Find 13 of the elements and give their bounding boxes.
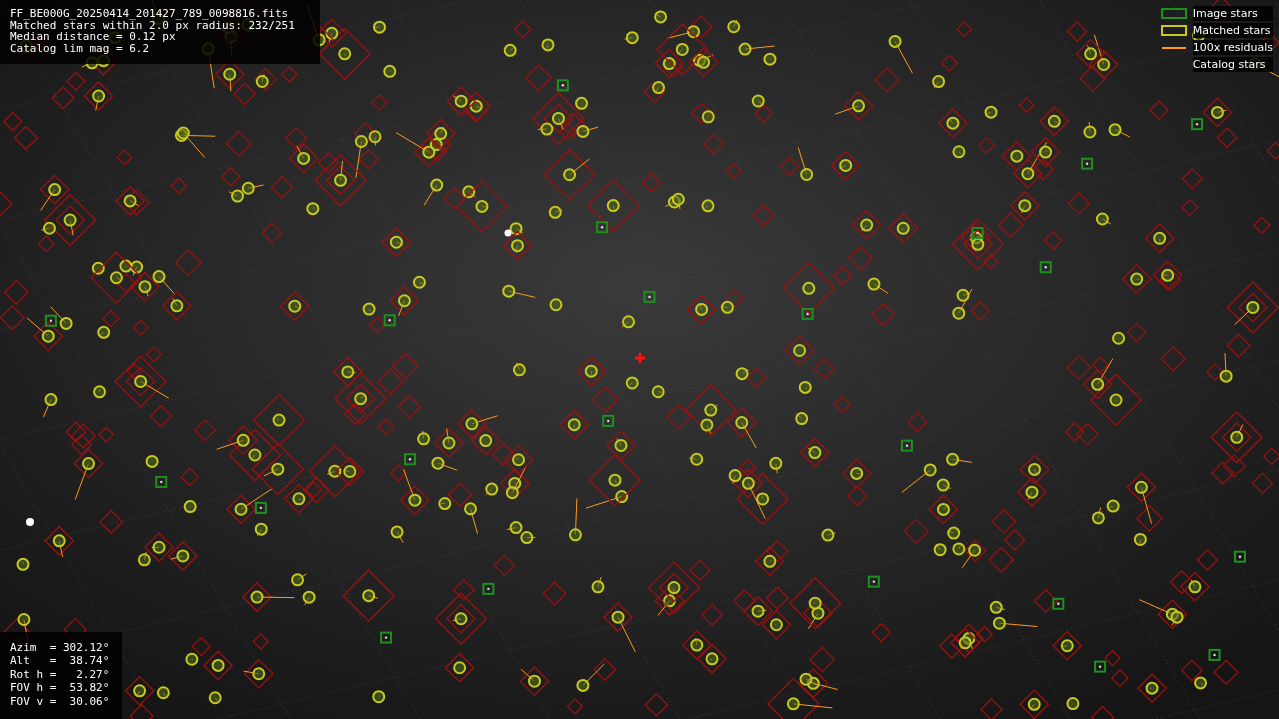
pointing-text: Alt = 38.74° [10,655,111,667]
legend-label: Matched stars [1192,23,1273,38]
legend-label: 100x residuals [1192,40,1273,55]
legend-label: Catalog stars [1192,57,1273,72]
info-text: Matched stars within 2.0 px radius: 232/251 [10,19,296,31]
legend-label: Image stars [1192,6,1273,21]
pointing-text: Rot h = 2.27° [10,668,111,680]
pointing-text: FOV v = 30.06° [10,695,111,707]
info-text: Median distance = 0.12 px [10,31,176,43]
pointing-text: Azim = 302.12° [10,641,111,653]
info-text: Catalog lim mag = 6.2 [10,42,151,54]
pointing-text: FOV h = 53.82° [10,682,111,694]
info-text: FF_BE000G_20250414_201427_789_0098816.fits [10,8,290,20]
